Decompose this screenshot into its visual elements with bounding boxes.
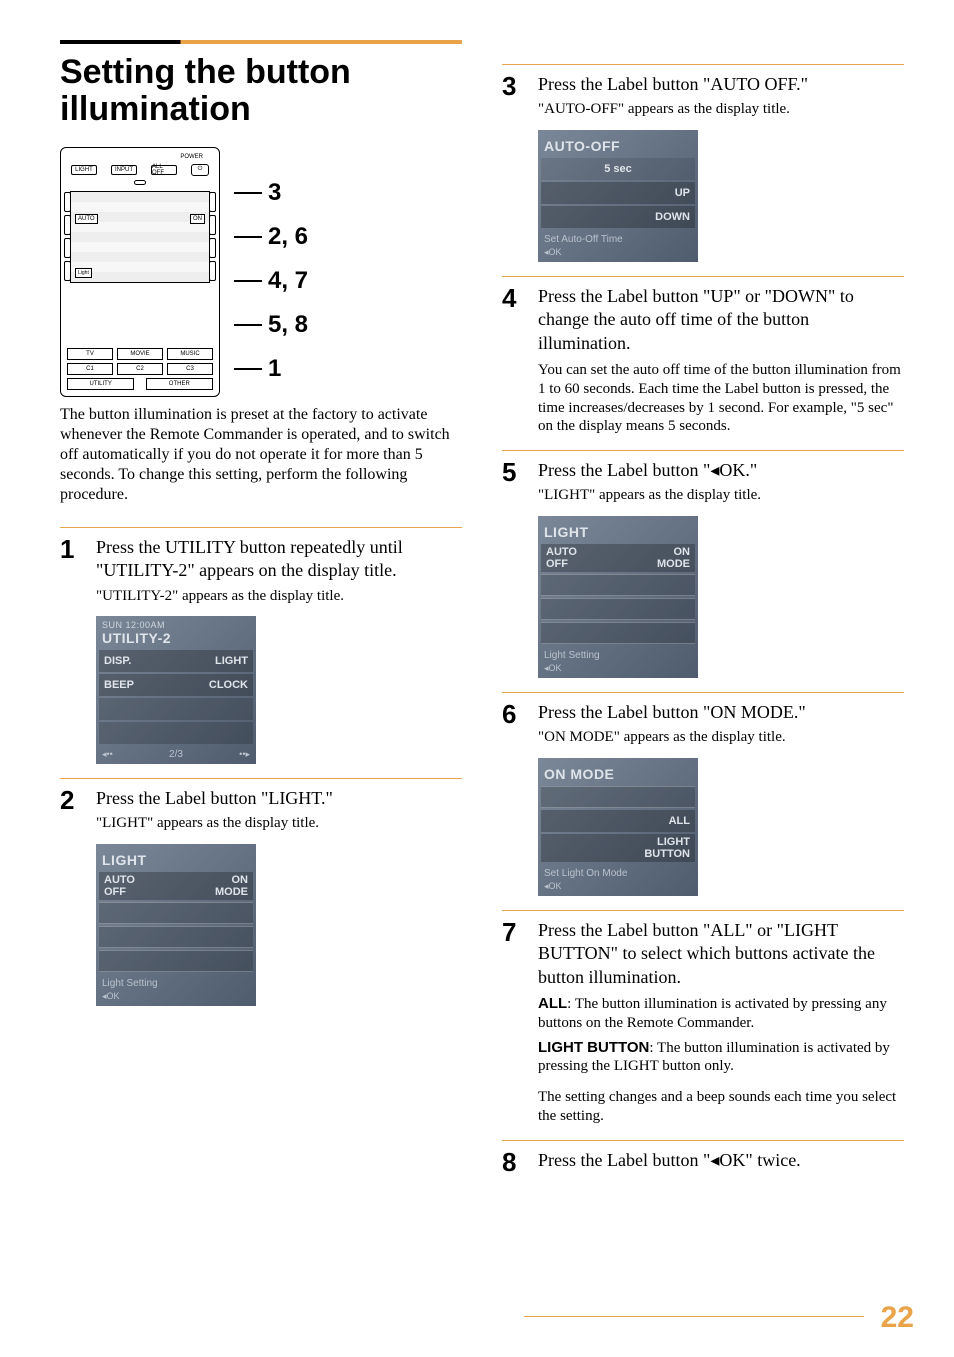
light-button: LIGHT [71, 165, 97, 175]
step-1-text: Press the UTILITY button repeatedly unti… [96, 536, 462, 583]
step-7-def-lb: LIGHT BUTTON: The button illumination is… [538, 1039, 904, 1077]
mode-c1: C1 [67, 363, 113, 375]
callout-2-6: 2, 6 [268, 223, 308, 251]
remote-outline: POWER LIGHT INPUT ALL OFF ⏻ AUTO ON Ligh… [60, 147, 220, 397]
step-number-1: 1 [60, 536, 82, 606]
ir-led [134, 180, 146, 185]
lcd-light-2: LIGHT AUTO OFFON MODE Light Setting ◂OK [538, 516, 698, 678]
step-3-text: Press the Label button "AUTO OFF." [538, 73, 904, 96]
step-6-sub: "ON MODE" appears as the display title. [538, 728, 904, 748]
step-number-2: 2 [60, 787, 82, 834]
lcd-on-mode: ON MODE ALL LIGHT BUTTON Set Light On Mo… [538, 758, 698, 896]
mode-movie: MOVIE [117, 348, 163, 360]
callout-5-8: 5, 8 [268, 311, 308, 339]
step-2-text: Press the Label button "LIGHT." [96, 787, 462, 810]
divider [60, 778, 462, 779]
remote-diagram: POWER LIGHT INPUT ALL OFF ⏻ AUTO ON Ligh… [60, 147, 462, 397]
page-number: 22 [881, 1301, 914, 1335]
soft-on: ON [190, 214, 205, 224]
divider [502, 450, 904, 451]
alloff-button: ALL OFF [151, 165, 177, 175]
divider [502, 692, 904, 693]
mode-music: MUSIC [167, 348, 213, 360]
remote-screen: AUTO ON Light [70, 191, 210, 283]
step-7-def-all: ALL: The button illumination is activate… [538, 995, 904, 1033]
lcd-footer: Light Setting [96, 975, 256, 989]
lcd-footer: Set Auto-Off Time [538, 231, 698, 245]
step-7-note2: The setting changes and a beep sounds ea… [538, 1088, 904, 1126]
step-8-text: Press the Label button "◂OK" twice. [538, 1149, 904, 1172]
step-6-text: Press the Label button "ON MODE." [538, 701, 904, 724]
lcd-title: ON MODE [538, 760, 698, 786]
soft-light: Light [75, 268, 92, 278]
divider [502, 910, 904, 911]
step-4-text: Press the Label button "UP" or "DOWN" to… [538, 285, 904, 355]
lcd-title: LIGHT [538, 518, 698, 544]
step-number-6: 6 [502, 701, 524, 748]
divider [502, 276, 904, 277]
divider [502, 1140, 904, 1141]
lcd-auto-off: AUTO-OFF 5 sec UP DOWN Set Auto-Off Time… [538, 130, 698, 262]
divider [60, 527, 462, 528]
page-number-rule [524, 1316, 864, 1317]
lcd-title: UTILITY-2 [96, 630, 256, 650]
callout-3: 3 [268, 179, 281, 207]
step-5-text: Press the Label button "◂OK." [538, 459, 904, 482]
step-1-sub: "UTILITY-2" appears as the display title… [96, 587, 462, 607]
step-number-5: 5 [502, 459, 524, 506]
step-number-7: 7 [502, 919, 524, 1126]
step-number-4: 4 [502, 285, 524, 436]
step-4-note: You can set the auto off time of the but… [538, 361, 904, 436]
mode-c3: C3 [167, 363, 213, 375]
mode-tv: TV [67, 348, 113, 360]
lcd-time: SUN 12:00AM [102, 620, 165, 630]
step-3-sub: "AUTO-OFF" appears as the display title. [538, 100, 904, 120]
lcd-light-1: LIGHT AUTO OFFON MODE Light Setting ◂OK [96, 844, 256, 1006]
intro-paragraph: The button illumination is preset at the… [60, 405, 462, 505]
mode-c2: C2 [117, 363, 163, 375]
divider [502, 64, 904, 65]
step-5-sub: "LIGHT" appears as the display title. [538, 486, 904, 506]
lcd-footer: Set Light On Mode [538, 865, 698, 879]
callout-1: 1 [268, 355, 281, 383]
step-2-sub: "LIGHT" appears as the display title. [96, 814, 462, 834]
soft-auto: AUTO [75, 214, 98, 224]
lcd-title: AUTO-OFF [538, 132, 698, 158]
mode-other: OTHER [146, 378, 213, 390]
side-buttons-right [209, 192, 216, 292]
step-number-3: 3 [502, 73, 524, 120]
callout-4-7: 4, 7 [268, 267, 308, 295]
power-icon: ⏻ [191, 164, 209, 176]
heading-rule [60, 40, 462, 44]
step-7-text: Press the Label button "ALL" or "LIGHT B… [538, 919, 904, 989]
lcd-utility-2: SUN 12:00AM UTILITY-2 DISP.LIGHT BEEPCLO… [96, 616, 256, 764]
lcd-footer: Light Setting [538, 647, 698, 661]
callout-numbers: 3 2, 6 4, 7 5, 8 1 [234, 179, 308, 383]
mode-utility: UTILITY [67, 378, 134, 390]
page-title: Setting the button illumination [60, 54, 462, 129]
step-number-8: 8 [502, 1149, 524, 1175]
lcd-title: LIGHT [96, 846, 256, 872]
input-button: INPUT [111, 165, 137, 175]
